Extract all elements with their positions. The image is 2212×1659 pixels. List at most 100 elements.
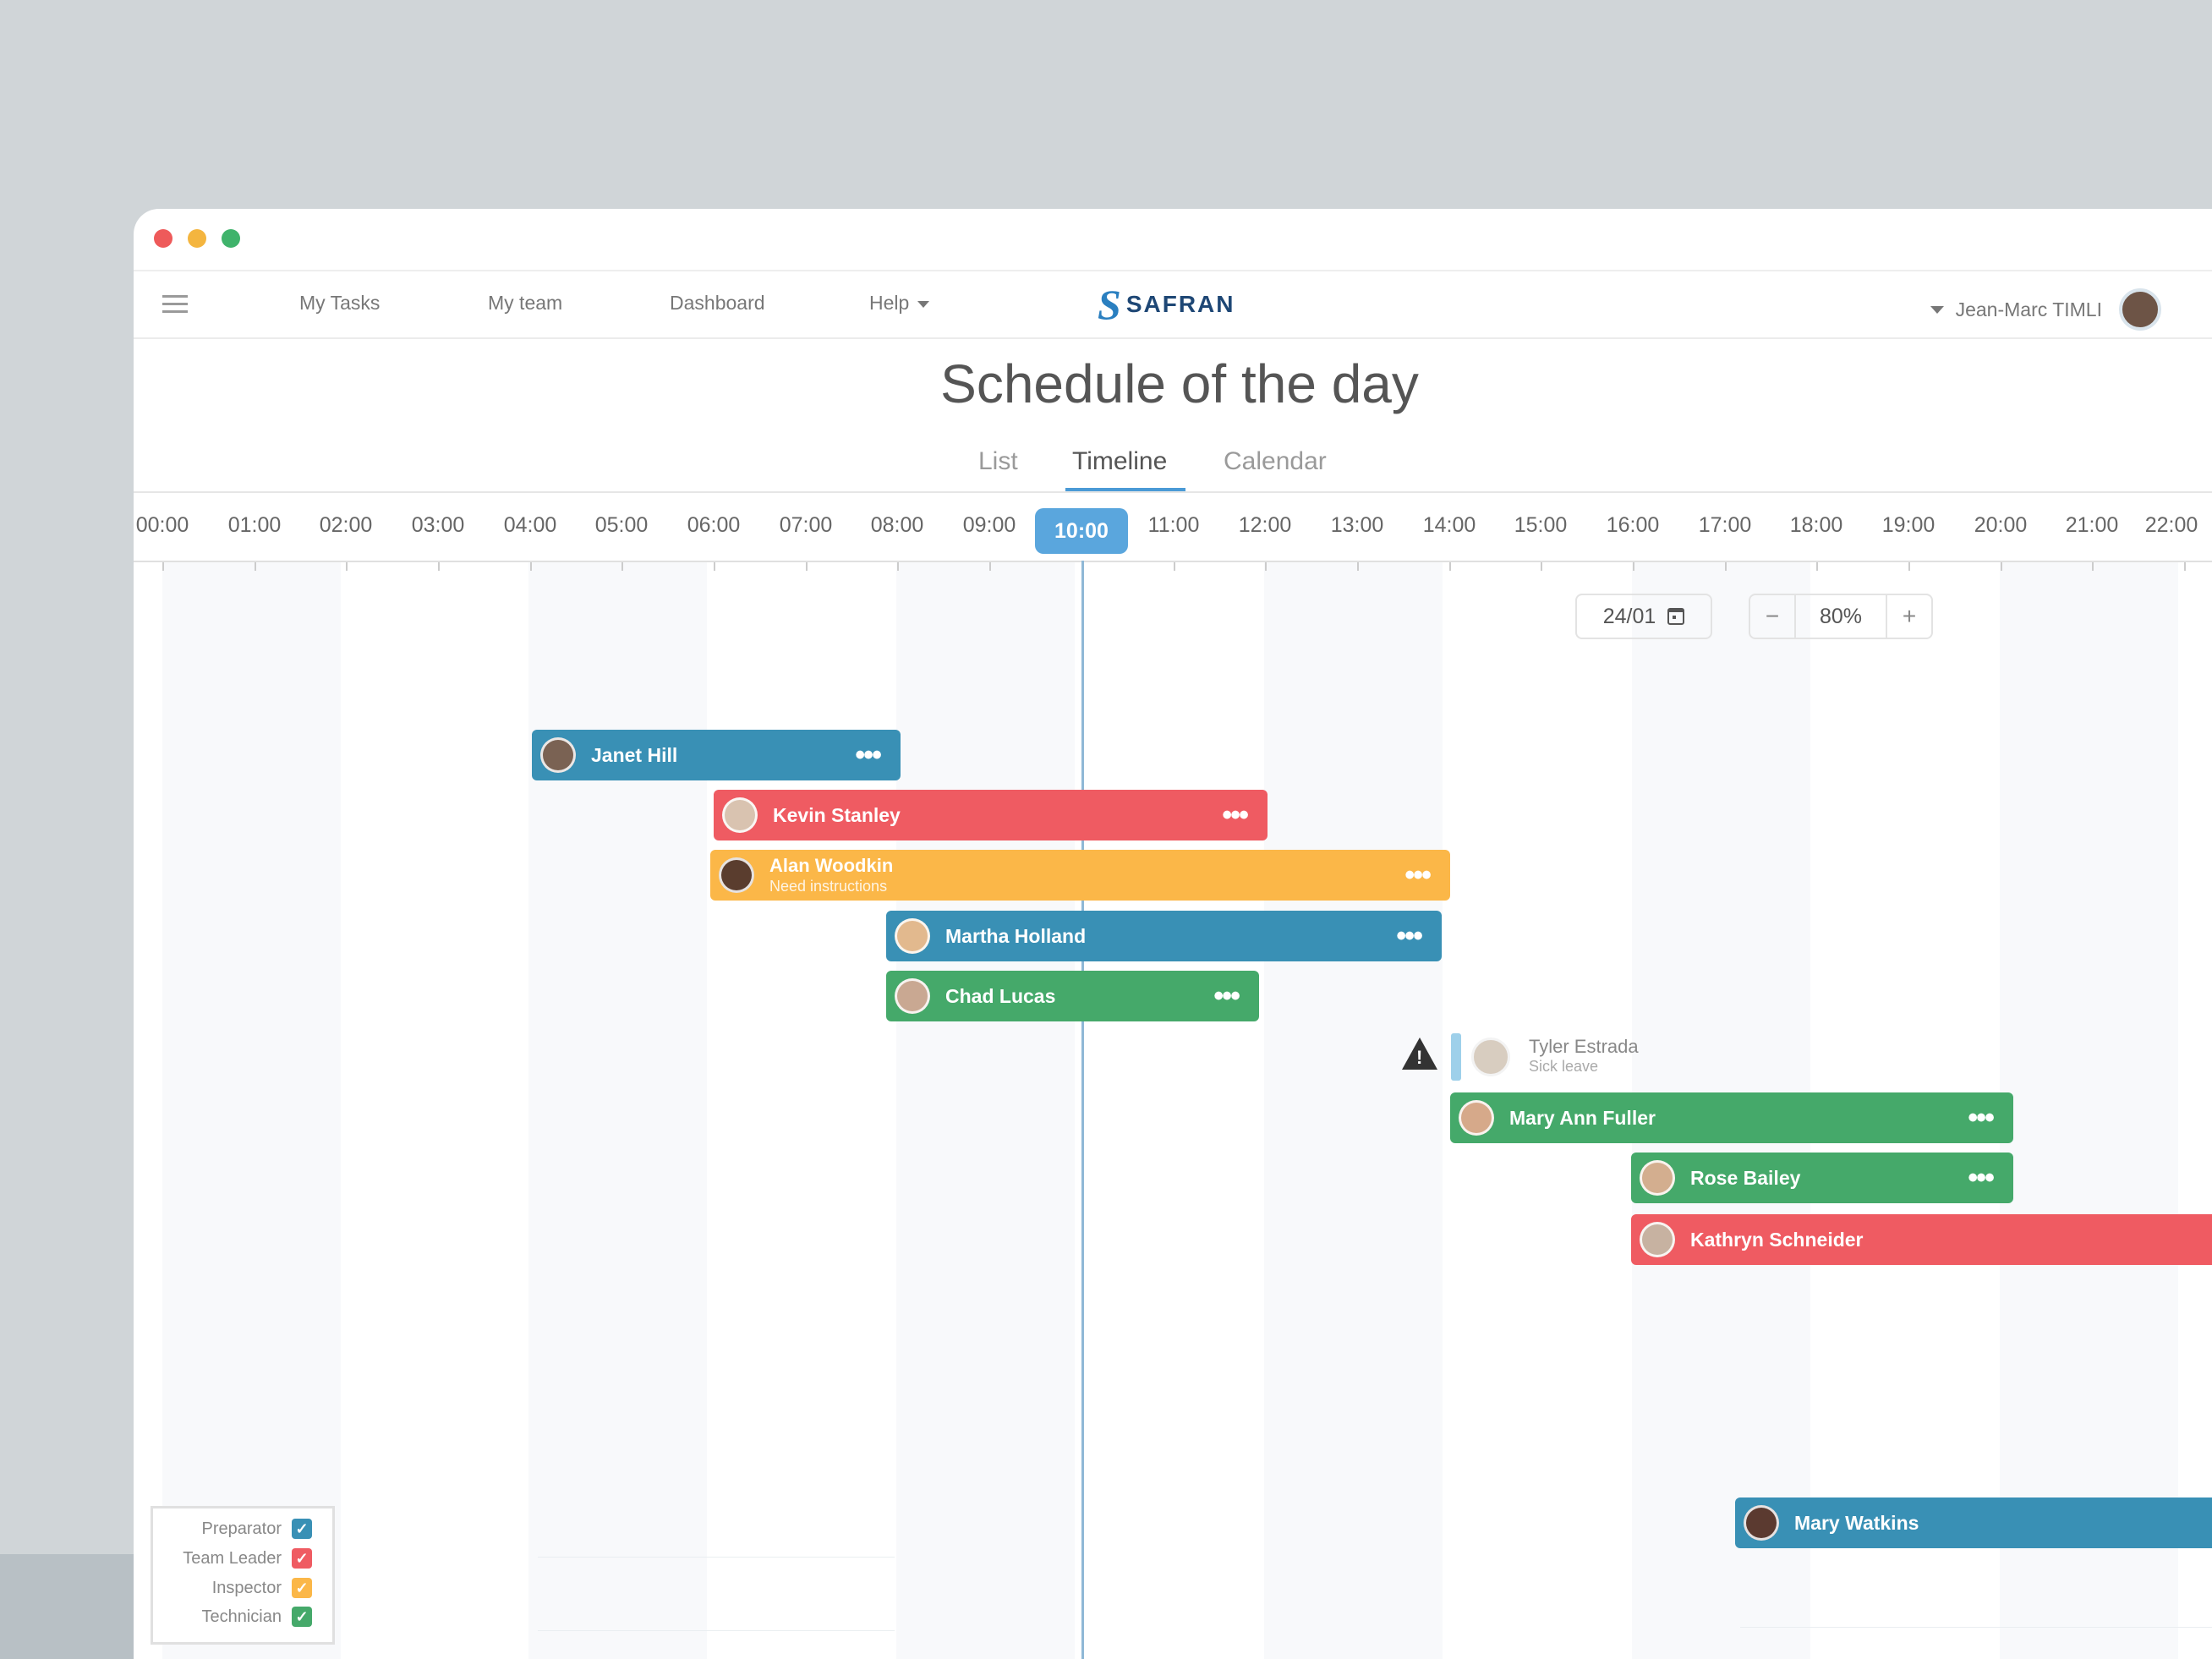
- hamburger-menu-icon[interactable]: [162, 295, 188, 314]
- current-hour-marker[interactable]: 10:00: [1035, 508, 1128, 554]
- hour-tick: [1633, 562, 1634, 571]
- hour-tick: [897, 562, 899, 571]
- hour-label: 18:00: [1789, 513, 1843, 537]
- hour-label: 19:00: [1881, 513, 1936, 537]
- maximize-window-button[interactable]: [222, 229, 240, 248]
- nav-dashboard[interactable]: Dashboard: [670, 292, 765, 315]
- task-person-name: Martha Holland: [945, 924, 1087, 947]
- hour-label: 02:00: [319, 513, 373, 537]
- hour-label: 09:00: [962, 513, 1016, 537]
- avatar: [895, 978, 930, 1014]
- hour-tick: [989, 562, 991, 571]
- close-window-button[interactable]: [154, 229, 172, 248]
- task-bar[interactable]: Mary Watkins: [1735, 1497, 2212, 1548]
- task-bar[interactable]: Mary Ann Fuller •••: [1450, 1092, 2013, 1143]
- legend-item[interactable]: Preparator ✓: [202, 1517, 312, 1541]
- hour-tick: [162, 562, 164, 571]
- task-bar[interactable]: Janet Hill •••: [532, 730, 901, 780]
- grid-band: [2000, 562, 2178, 1659]
- tabs-divider: [134, 491, 2212, 493]
- more-options-icon[interactable]: •••: [1213, 982, 1240, 1010]
- hour-label: 05:00: [594, 513, 649, 537]
- nav-help[interactable]: Help: [869, 292, 930, 315]
- hour-label: 03:00: [411, 513, 465, 537]
- more-options-icon[interactable]: •••: [1222, 801, 1249, 830]
- task-person-name: Mary Ann Fuller: [1509, 1106, 1656, 1129]
- task-note: Need instructions: [769, 878, 888, 895]
- hour-tick: [1265, 562, 1267, 571]
- grid-line: [1740, 1627, 2212, 1628]
- nav-my-tasks[interactable]: My Tasks: [299, 292, 380, 315]
- grid-band: [896, 562, 1075, 1659]
- hour-tick: [1449, 562, 1451, 571]
- minimize-window-button[interactable]: [188, 229, 206, 248]
- avatar: [540, 737, 576, 773]
- zoom-in-button[interactable]: +: [1887, 595, 1931, 638]
- current-time-line: [1081, 561, 1084, 1659]
- avatar: [719, 857, 754, 893]
- task-person-name: Alan Woodkin: [769, 855, 894, 876]
- warning-icon: !: [1402, 1038, 1437, 1070]
- tab-timeline[interactable]: Timeline: [1072, 447, 1167, 476]
- more-options-icon[interactable]: •••: [1968, 1163, 1995, 1192]
- legend-item[interactable]: Technician ✓: [201, 1605, 312, 1629]
- tab-list[interactable]: List: [978, 447, 1018, 476]
- nav-my-team[interactable]: My team: [488, 292, 562, 315]
- task-person-name: Kathryn Schneider: [1690, 1228, 1864, 1251]
- zoom-control: − 80% +: [1749, 594, 1933, 639]
- hour-tick: [2092, 562, 2094, 571]
- task-bar[interactable]: Kathryn Schneider: [1631, 1214, 2212, 1265]
- more-options-icon[interactable]: •••: [1396, 922, 1423, 950]
- more-options-icon[interactable]: •••: [1404, 861, 1432, 890]
- checkbox-icon[interactable]: ✓: [292, 1519, 312, 1539]
- user-avatar[interactable]: [2119, 288, 2161, 331]
- task-bar[interactable]: Alan Woodkin Need instructions •••: [710, 850, 1450, 901]
- hour-tick: [621, 562, 623, 571]
- hour-tick: [438, 562, 440, 571]
- window-titlebar: [134, 209, 2212, 271]
- avatar: [1744, 1505, 1779, 1541]
- more-options-icon[interactable]: •••: [1968, 1103, 1995, 1132]
- more-options-icon[interactable]: •••: [855, 741, 882, 769]
- avatar: [722, 797, 758, 833]
- calendar-icon[interactable]: [1667, 608, 1685, 625]
- task-bar[interactable]: Rose Bailey •••: [1631, 1153, 2013, 1203]
- tab-calendar[interactable]: Calendar: [1224, 447, 1327, 476]
- user-menu[interactable]: Jean-Marc TIMLI: [1930, 288, 2161, 331]
- user-dropdown-icon[interactable]: [1930, 305, 1944, 314]
- hour-tick: [2001, 562, 2002, 571]
- hour-label: 06:00: [687, 513, 741, 537]
- task-person-name: Chad Lucas: [945, 984, 1056, 1007]
- hour-label: 16:00: [1606, 513, 1660, 537]
- app-window: My Tasks My team Dashboard Help S SAFRAN…: [134, 209, 2212, 1659]
- hour-ruler: 00:00 01:00 02:00 03:00 04:00 05:00 06:0…: [134, 503, 2212, 554]
- legend-item[interactable]: Inspector ✓: [212, 1576, 312, 1600]
- leave-status: Sick leave: [1529, 1058, 1599, 1075]
- hour-label: 11:00: [1147, 513, 1200, 537]
- checkbox-icon[interactable]: ✓: [292, 1548, 312, 1569]
- date-picker[interactable]: 24/01: [1575, 594, 1712, 639]
- help-label: Help: [869, 292, 910, 314]
- hour-tick: [1816, 562, 1818, 571]
- legend-item[interactable]: Team Leader ✓: [183, 1547, 312, 1570]
- hour-tick: [1357, 562, 1359, 571]
- hour-label: 04:00: [503, 513, 557, 537]
- checkbox-icon[interactable]: ✓: [292, 1607, 312, 1627]
- avatar: [1471, 1038, 1510, 1076]
- legend-label: Technician: [201, 1607, 282, 1626]
- zoom-level: 80%: [1794, 595, 1887, 638]
- leave-person-name[interactable]: Tyler Estrada: [1529, 1036, 1639, 1058]
- task-bar[interactable]: Martha Holland •••: [886, 911, 1442, 961]
- safran-logo: S SAFRAN: [1098, 283, 1235, 326]
- hour-label: 01:00: [227, 513, 282, 537]
- hour-label: 15:00: [1514, 513, 1568, 537]
- hour-tick: [530, 562, 532, 571]
- task-text: Alan Woodkin Need instructions: [769, 855, 893, 895]
- hour-label: 22:00: [2144, 513, 2198, 537]
- task-bar[interactable]: Chad Lucas •••: [886, 971, 1259, 1021]
- zoom-out-button[interactable]: −: [1750, 595, 1794, 638]
- task-bar[interactable]: Kevin Stanley •••: [714, 790, 1268, 840]
- hour-tick: [2184, 562, 2186, 571]
- checkbox-icon[interactable]: ✓: [292, 1578, 312, 1598]
- hour-tick: [1725, 562, 1727, 571]
